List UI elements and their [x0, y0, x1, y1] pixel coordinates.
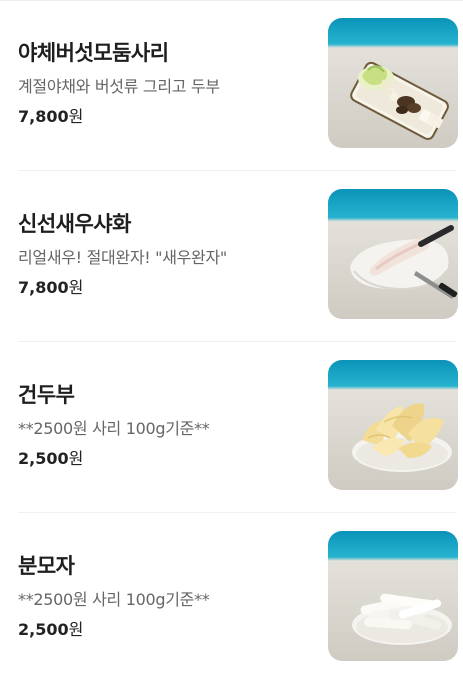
menu-item-price: 7,800원 [18, 274, 83, 298]
dried-tofu-sheets-image [328, 360, 458, 490]
vegetable-mushroom-platter-photo[interactable] [328, 18, 458, 148]
menu-list: 야체버섯모둠사리 계절야채와 버섯류 그리고 두부 7,800원 신선새우샤화 … [0, 0, 463, 674]
menu-item-price: 2,500원 [18, 616, 83, 640]
price-amount: 7,800 [18, 278, 69, 297]
price-amount: 7,800 [18, 107, 69, 126]
price-currency: 원 [68, 449, 84, 468]
menu-item-description: **2500원 사리 100g기준** [18, 590, 210, 609]
menu-item-price: 2,500원 [18, 445, 83, 469]
menu-item-name: 분모자 [18, 554, 75, 578]
menu-item-glass-noodle[interactable]: 분모자 **2500원 사리 100g기준** 2,500원 [0, 513, 463, 684]
price-currency: 원 [68, 107, 84, 126]
menu-item-name: 야체버섯모둠사리 [18, 41, 169, 65]
price-amount: 2,500 [18, 620, 69, 639]
menu-item-description: 계절야채와 버섯류 그리고 두부 [18, 77, 220, 96]
menu-item-description: **2500원 사리 100g기준** [18, 419, 210, 438]
price-currency: 원 [68, 278, 84, 297]
price-amount: 2,500 [18, 449, 69, 468]
vegetable-mushroom-platter-image [328, 18, 458, 148]
menu-item-dried-tofu[interactable]: 건두부 **2500원 사리 100g기준** 2,500원 [0, 342, 463, 513]
menu-item-price: 7,800원 [18, 103, 83, 127]
dried-tofu-sheets-photo[interactable] [328, 360, 458, 490]
menu-item-name: 건두부 [18, 383, 75, 407]
menu-item-shrimp[interactable]: 신선새우샤화 리얼새우! 절대완자! "새우완자" 7,800원 [0, 171, 463, 342]
glass-noodle-sticks-photo[interactable] [328, 531, 458, 661]
menu-item-name: 신선새우샤화 [18, 212, 131, 236]
price-currency: 원 [68, 620, 84, 639]
menu-item-description: 리얼새우! 절대완자! "새우완자" [18, 248, 227, 267]
shrimp-ball-paste-photo[interactable] [328, 189, 458, 319]
shrimp-ball-paste-image [328, 189, 458, 319]
menu-item-vegetable-mushroom[interactable]: 야체버섯모둠사리 계절야채와 버섯류 그리고 두부 7,800원 [0, 0, 463, 171]
glass-noodle-sticks-image [328, 531, 458, 661]
